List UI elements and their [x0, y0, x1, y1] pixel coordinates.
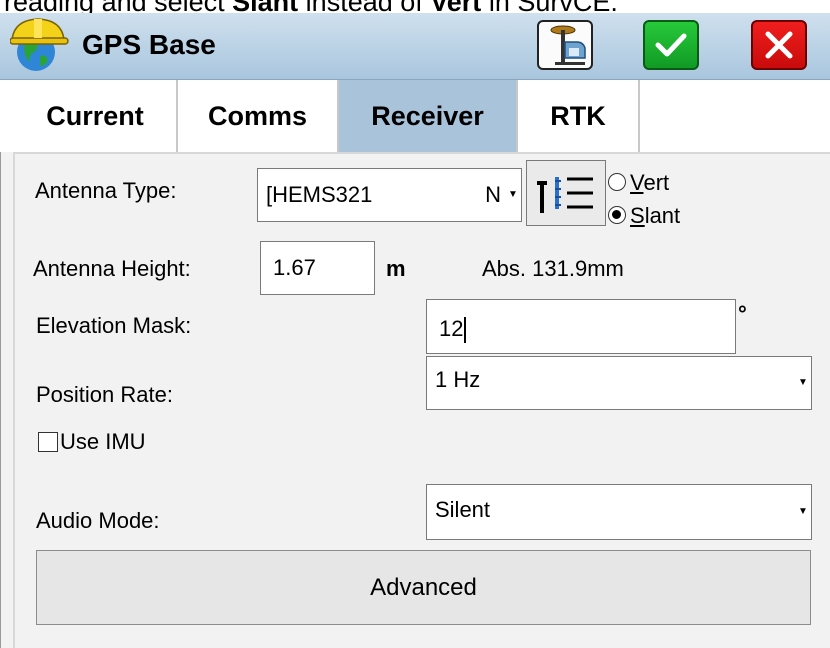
antenna-type-suffix: N: [485, 182, 501, 207]
vert-hotkey: V: [630, 170, 644, 195]
elevation-mask-input[interactable]: 12: [426, 299, 736, 354]
audio-mode-value: Silent: [435, 497, 491, 522]
text-cursor: [464, 317, 467, 344]
antenna-height-unit: m: [386, 256, 406, 281]
position-rate-select[interactable]: 1 Hz ▼: [426, 356, 812, 410]
antenna-height-input[interactable]: 1.67: [260, 241, 375, 295]
antenna-list-icon: [537, 177, 593, 213]
audio-mode-label: Audio Mode:: [36, 508, 160, 533]
antenna-type-select[interactable]: [HEMS321 N ▼: [257, 168, 522, 222]
accept-button[interactable]: [643, 20, 699, 70]
chevron-down-icon[interactable]: ▼: [795, 485, 811, 539]
window-title: GPS Base: [82, 29, 216, 60]
hard-hat-globe-icon: [10, 18, 69, 71]
antenna-type-value: [HEMS321: [266, 182, 373, 207]
tab-rtk[interactable]: RTK: [518, 80, 640, 152]
tab-receiver[interactable]: Receiver: [339, 80, 518, 152]
position-rate-value: 1 Hz: [435, 367, 481, 392]
use-imu-checkbox[interactable]: [38, 432, 58, 452]
antenna-height-label: Antenna Height:: [33, 256, 191, 281]
chevron-down-icon[interactable]: ▼: [795, 357, 811, 409]
vert-label-rest: ert: [643, 170, 670, 195]
slant-radio[interactable]: [608, 206, 626, 224]
checkmark-icon: [655, 33, 687, 57]
close-icon: [765, 31, 793, 59]
tab-comms[interactable]: Comms: [178, 80, 339, 152]
vert-radio-label[interactable]: Vert: [630, 169, 669, 197]
audio-mode-select[interactable]: Silent ▼: [426, 484, 812, 540]
slant-hotkey: S: [630, 203, 645, 228]
vert-radio[interactable]: [608, 173, 626, 191]
gps-status-button[interactable]: [537, 20, 593, 70]
slant-radio-label[interactable]: Slant: [630, 202, 680, 230]
elevation-mask-unit: °: [738, 301, 747, 326]
antenna-type-label: Antenna Type:: [35, 178, 177, 203]
elevation-mask-label: Elevation Mask:: [36, 313, 192, 338]
tab-current[interactable]: Current: [14, 80, 178, 152]
antenna-list-button[interactable]: [526, 160, 606, 226]
cancel-button[interactable]: [751, 20, 807, 70]
elevation-mask-value: 12: [439, 316, 464, 341]
slant-label-rest: lant: [644, 203, 681, 228]
position-rate-label: Position Rate:: [36, 382, 173, 407]
advanced-button[interactable]: Advanced: [36, 550, 811, 625]
gps-receiver-icon: [550, 25, 586, 65]
chevron-down-icon[interactable]: ▼: [505, 169, 521, 221]
use-imu-label[interactable]: Use IMU: [60, 428, 146, 456]
antenna-height-absolute: Abs. 131.9mm: [482, 256, 624, 281]
